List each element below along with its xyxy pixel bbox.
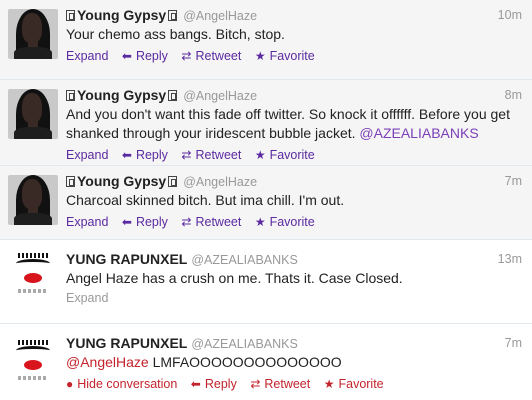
display-name[interactable]: Young Gypsy [77, 173, 166, 189]
tweet-actions: ● Hide conversation ⬅ Reply ⇄ Retweet ★ Favo… [66, 375, 524, 393]
tweet-text: @AngelHaze LMFAOOOOOOOOOOOOOO [66, 354, 342, 370]
verified-icon [66, 90, 75, 101]
expand-link[interactable]: Expand [66, 215, 108, 229]
star-icon: ★ [254, 49, 266, 63]
verified-icon [66, 176, 75, 187]
display-name[interactable]: YUNG RAPUNXEL [66, 251, 187, 267]
display-name[interactable]: Young Gypsy [77, 87, 166, 103]
favorite-button[interactable]: ★ Favorite [255, 49, 315, 63]
verified-icon [168, 176, 178, 187]
reply-icon: ⬅ [190, 377, 201, 391]
tweet-item[interactable]: YUNG RAPUNXEL @AZEALIABANKS 7m @AngelHaze… [0, 324, 532, 400]
tweet-header: Young Gypsy @AngelHaze 8m [66, 86, 524, 104]
tweet-item[interactable]: YUNG RAPUNXEL @AZEALIABANKS 13m Angel Haz… [0, 240, 532, 324]
reply-icon: ⬅ [121, 148, 132, 162]
expand-link[interactable]: Expand [66, 148, 108, 162]
tweet-actions: Expand ⬅ Reply ⇄ Retweet ★ Favorite [66, 213, 524, 231]
tweet-text: And you don't want this fade off twitter… [66, 106, 510, 141]
user-handle[interactable]: @AZEALIABANKS [191, 337, 297, 351]
timestamp[interactable]: 8m [505, 86, 522, 104]
timestamp[interactable]: 10m [498, 6, 522, 24]
star-icon: ★ [254, 215, 266, 229]
user-handle[interactable]: @AZEALIABANKS [191, 253, 297, 267]
reply-button[interactable]: ⬅ Reply [122, 148, 168, 162]
reply-icon: ⬅ [121, 215, 132, 229]
mention-link[interactable]: @AZEALIABANKS [359, 125, 478, 141]
expand-link[interactable]: Expand [66, 291, 108, 305]
speech-bubble-icon: ● [66, 377, 74, 391]
tweet-item[interactable]: Young Gypsy @AngelHaze 8m And you don't w… [0, 80, 532, 166]
reply-button[interactable]: ⬅ Reply [122, 49, 168, 63]
user-handle[interactable]: @AngelHaze [183, 175, 257, 189]
timestamp[interactable]: 13m [498, 250, 522, 268]
display-name[interactable]: Young Gypsy [77, 7, 166, 23]
avatar[interactable] [8, 89, 58, 139]
retweet-button[interactable]: ⇄ Retweet [181, 49, 241, 63]
tweet-text: Angel Haze has a crush on me. Thats it. … [66, 270, 403, 286]
user-handle[interactable]: @AngelHaze [183, 9, 257, 23]
avatar[interactable] [8, 9, 58, 59]
retweet-button[interactable]: ⇄ Retweet [250, 377, 310, 391]
tweet-feed: Young Gypsy @AngelHaze 10m Your chemo ass… [0, 0, 532, 400]
user-handle[interactable]: @AngelHaze [183, 89, 257, 103]
favorite-button[interactable]: ★ Favorite [255, 215, 315, 229]
avatar[interactable] [8, 249, 58, 299]
star-icon: ★ [254, 148, 266, 162]
retweet-icon: ⇄ [181, 148, 192, 162]
expand-link[interactable]: Expand [66, 49, 108, 63]
tweet-item[interactable]: Young Gypsy @AngelHaze 7m Charcoal skinne… [0, 166, 532, 240]
tweet-item[interactable]: Young Gypsy @AngelHaze 10m Your chemo ass… [0, 0, 532, 80]
tweet-header: Young Gypsy @AngelHaze 7m [66, 172, 524, 190]
timestamp[interactable]: 7m [505, 172, 522, 190]
hide-conversation-button[interactable]: ● Hide conversation [66, 377, 177, 391]
tweet-actions: Expand ⬅ Reply ⇄ Retweet ★ Favorite [66, 47, 524, 65]
tweet-header: Young Gypsy @AngelHaze 10m [66, 6, 524, 24]
mention-link[interactable]: @AngelHaze [66, 354, 149, 370]
display-name[interactable]: YUNG RAPUNXEL [66, 335, 187, 351]
reply-icon: ⬅ [121, 49, 132, 63]
avatar[interactable] [8, 336, 58, 386]
tweet-header: YUNG RAPUNXEL @AZEALIABANKS 13m [66, 250, 524, 268]
tweet-header: YUNG RAPUNXEL @AZEALIABANKS 7m [66, 334, 524, 352]
timestamp[interactable]: 7m [505, 334, 522, 352]
favorite-button[interactable]: ★ Favorite [255, 148, 315, 162]
favorite-button[interactable]: ★ Favorite [324, 377, 384, 391]
retweet-button[interactable]: ⇄ Retweet [181, 215, 241, 229]
retweet-icon: ⇄ [181, 215, 192, 229]
retweet-icon: ⇄ [181, 49, 192, 63]
retweet-button[interactable]: ⇄ Retweet [181, 148, 241, 162]
tweet-text: Charcoal skinned bitch. But ima chill. I… [66, 192, 345, 208]
tweet-text: Your chemo ass bangs. Bitch, stop. [66, 26, 285, 42]
verified-icon [168, 10, 178, 21]
star-icon: ★ [323, 377, 335, 391]
reply-button[interactable]: ⬅ Reply [122, 215, 168, 229]
tweet-actions: Expand [66, 289, 524, 307]
avatar[interactable] [8, 175, 58, 225]
reply-button[interactable]: ⬅ Reply [191, 377, 237, 391]
tweet-actions: Expand ⬅ Reply ⇄ Retweet ★ Favorite [66, 146, 524, 164]
verified-icon [168, 90, 178, 101]
verified-icon [66, 10, 75, 21]
retweet-icon: ⇄ [250, 377, 261, 391]
